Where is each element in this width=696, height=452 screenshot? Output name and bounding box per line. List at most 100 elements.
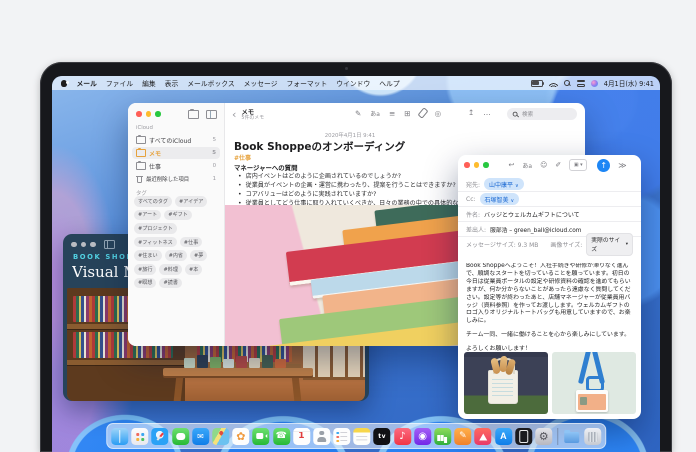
- image-size-select[interactable]: 実際のサイズ▾: [586, 233, 633, 256]
- tag-pill[interactable]: #内省: [165, 250, 187, 261]
- minimize-button[interactable]: [474, 162, 480, 168]
- dock-icon-messages[interactable]: [172, 428, 189, 445]
- window-controls[interactable]: [136, 111, 161, 117]
- table-icon[interactable]: ⊞: [404, 109, 410, 118]
- tag-pill[interactable]: #旅行: [134, 264, 156, 275]
- search-icon[interactable]: [564, 80, 571, 87]
- menu-help[interactable]: ヘルプ: [379, 78, 399, 88]
- send-button[interactable]: ↑: [597, 159, 610, 172]
- wifi-icon[interactable]: [549, 80, 558, 87]
- dock-icon-device[interactable]: [515, 428, 532, 445]
- battery-icon[interactable]: [531, 80, 543, 87]
- cc-field[interactable]: Cc: 石塚智美 ∨: [458, 192, 641, 207]
- menu-window[interactable]: ウインドウ: [336, 78, 370, 88]
- dock-icon-downloads-folder[interactable]: [564, 428, 581, 445]
- mail-body[interactable]: Book Shoppeへようこそ！入社手続きや研修が滞りなく進んで、順調なスター…: [466, 263, 633, 351]
- sidebar-folder-recently-deleted[interactable]: 最近削除した項目 1: [132, 173, 220, 185]
- undo-icon[interactable]: ↩: [509, 161, 515, 169]
- dock-icon-contacts[interactable]: [313, 428, 330, 445]
- format-icon[interactable]: あa: [522, 161, 532, 170]
- emoji-icon[interactable]: ☺: [540, 161, 547, 169]
- markup-icon[interactable]: ✐: [555, 161, 561, 169]
- dock-icon-facetime[interactable]: [253, 428, 270, 445]
- close-button[interactable]: [464, 162, 470, 168]
- dock-icon-notes[interactable]: [354, 428, 371, 445]
- minimize-button[interactable]: [146, 111, 152, 117]
- zoom-button[interactable]: [483, 162, 489, 168]
- dock-icon-app-store[interactable]: A: [495, 428, 512, 445]
- tag-pill[interactable]: #読書: [159, 278, 181, 289]
- dock-icon-safari[interactable]: [152, 428, 169, 445]
- recipient-pill[interactable]: 山中康平 ∨: [484, 178, 524, 190]
- window-controls[interactable]: [464, 162, 489, 168]
- dock-icon-pages[interactable]: ✎: [454, 428, 471, 445]
- share-icon[interactable]: ↥: [468, 108, 474, 117]
- dock-icon-trash[interactable]: [584, 428, 601, 445]
- menu-message[interactable]: メッセージ: [244, 78, 278, 88]
- sidebar-folder-all-icloud[interactable]: すべてのiCloud 5: [132, 134, 220, 146]
- tag-pill[interactable]: #住まい: [134, 250, 162, 261]
- menu-edit[interactable]: 編集: [142, 78, 156, 88]
- dock-icon-music[interactable]: ♪: [394, 428, 411, 445]
- menu-mail[interactable]: メール: [77, 78, 97, 88]
- compose-icon[interactable]: ✎: [355, 109, 361, 118]
- search-input[interactable]: 検索: [507, 108, 577, 120]
- attach-icon[interactable]: [417, 107, 428, 119]
- sidebar-toggle-icon[interactable]: [104, 240, 115, 249]
- dock-icon-launchpad[interactable]: [131, 428, 148, 445]
- dock-icon-maps[interactable]: [212, 428, 229, 445]
- dock-icon-numbers[interactable]: [434, 428, 451, 445]
- dock-icon-mail[interactable]: ✉: [192, 428, 209, 445]
- subject-field[interactable]: 件名: バッジとウェルカムギフトについて: [458, 207, 641, 222]
- tag-pill[interactable]: #瞑想: [134, 278, 156, 289]
- tag-pill[interactable]: #本: [185, 264, 202, 275]
- dock-icon-podcasts[interactable]: ◉: [414, 428, 431, 445]
- menu-file[interactable]: ファイル: [106, 78, 133, 88]
- attachment-badge-photo[interactable]: [552, 352, 636, 414]
- zoom-button[interactable]: [155, 111, 161, 117]
- to-field[interactable]: 宛先: 山中康平 ∨: [458, 177, 641, 192]
- menu-mailbox[interactable]: メールボックス: [187, 78, 234, 88]
- menu-bar-clock[interactable]: 4月1日(水) 9:41: [604, 78, 654, 88]
- dock-icon-calendar[interactable]: 1: [293, 428, 310, 445]
- window-controls[interactable]: [71, 242, 96, 248]
- template-icon[interactable]: ▣ ▾: [569, 159, 587, 171]
- zoom-button[interactable]: [90, 242, 96, 248]
- dock-icon-photos[interactable]: ✿: [232, 428, 249, 445]
- note-tag[interactable]: #仕事: [234, 153, 251, 162]
- tag-pill[interactable]: #アート: [134, 210, 161, 221]
- tag-pill[interactable]: #プロジェクト: [134, 223, 177, 234]
- menu-view[interactable]: 表示: [165, 78, 179, 88]
- dock-icon-reminders[interactable]: [333, 428, 350, 445]
- dock-icon-phone[interactable]: ☎: [273, 428, 290, 445]
- dock-icon-news[interactable]: [475, 428, 492, 445]
- control-center-icon[interactable]: [577, 80, 585, 87]
- back-chevron-icon[interactable]: ‹: [232, 108, 236, 121]
- tag-pill[interactable]: #フィットネス: [134, 237, 177, 248]
- attachment-tote-bag-photo[interactable]: [464, 352, 548, 414]
- dock-icon-tv[interactable]: tv: [374, 428, 391, 445]
- tag-pill[interactable]: #アイデア: [175, 196, 207, 207]
- new-folder-icon[interactable]: [188, 110, 199, 119]
- more-icon[interactable]: …: [483, 108, 491, 117]
- close-button[interactable]: [71, 242, 77, 248]
- minimize-button[interactable]: [81, 242, 87, 248]
- sidebar-toggle-icon[interactable]: [206, 110, 217, 119]
- recipient-pill[interactable]: 石塚智美 ∨: [480, 193, 520, 205]
- apple-menu-icon[interactable]: [60, 79, 68, 87]
- sidebar-folder-memo[interactable]: メモ 5: [132, 147, 220, 159]
- tag-pill[interactable]: #夢: [190, 250, 207, 261]
- tag-pill[interactable]: #仕事: [180, 237, 202, 248]
- dock-icon-system-preferences[interactable]: ⚙: [535, 428, 552, 445]
- format-icon[interactable]: あa: [370, 109, 380, 118]
- dock-icon-finder[interactable]: [111, 428, 128, 445]
- menu-format[interactable]: フォーマット: [287, 78, 328, 88]
- close-button[interactable]: [136, 111, 142, 117]
- checklist-icon[interactable]: ≡: [389, 109, 395, 118]
- overflow-icon[interactable]: ≫: [618, 161, 626, 170]
- tag-pill[interactable]: #料理: [159, 264, 181, 275]
- tag-pill[interactable]: #ギフト: [164, 210, 192, 221]
- media-icon[interactable]: ◎: [435, 109, 442, 118]
- tag-pill[interactable]: すべてのタグ: [134, 196, 172, 207]
- siri-icon[interactable]: [591, 80, 598, 87]
